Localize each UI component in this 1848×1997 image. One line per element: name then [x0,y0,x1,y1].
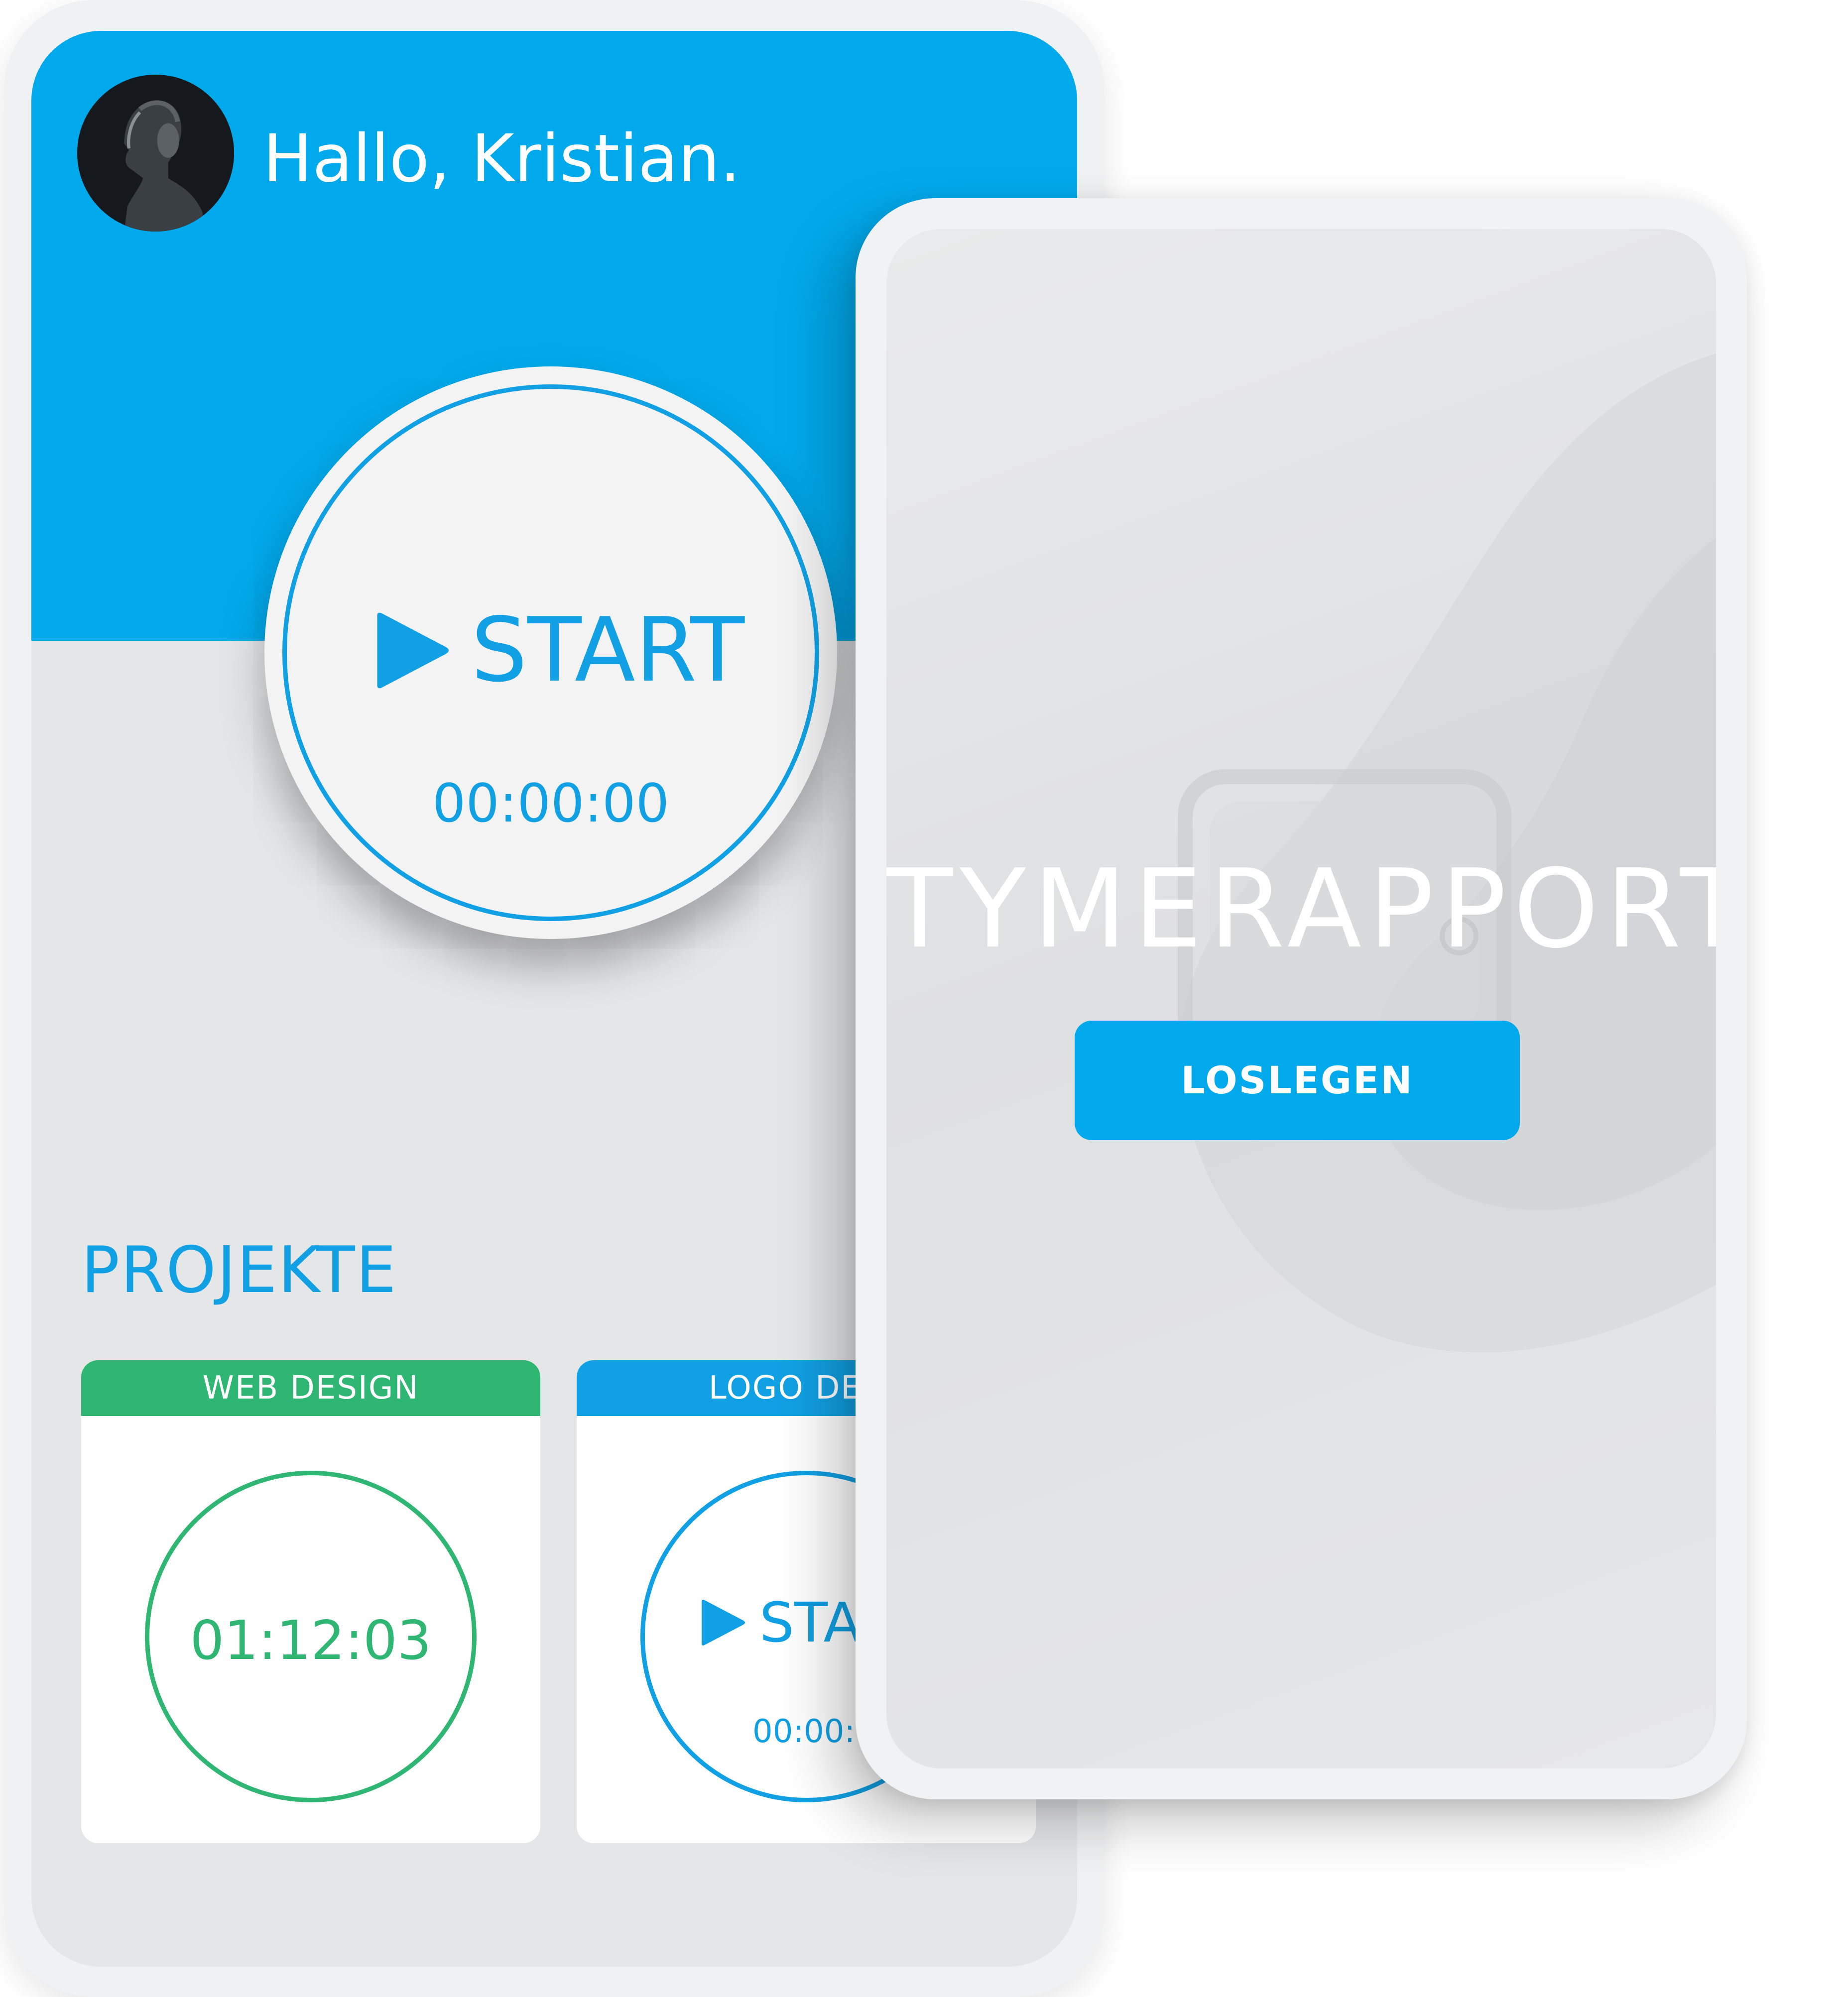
avatar-portrait-icon [77,75,234,232]
play-icon [702,1600,745,1645]
start-row: START [369,605,744,695]
project-timer-display: 01:12:03 [190,1610,432,1672]
welcome-screen: TYMERAPPORT LOSLEGEN [886,229,1716,1768]
user-avatar[interactable] [77,75,234,232]
play-icon [377,612,449,688]
start-label: START [471,598,745,702]
app-logo: TYMERAPPORT [886,846,1716,972]
background-watch-photo [1178,353,1716,1353]
project-timer-circle[interactable]: 01:12:03 [145,1471,477,1802]
get-started-button[interactable]: LOSLEGEN [1075,1021,1520,1140]
greeting-text: Hallo, Kristian. [263,120,741,197]
project-start-row: STA [697,1591,861,1654]
projects-heading: PROJEKTE [81,1233,397,1307]
main-timer-display: 00:00:00 [432,773,670,834]
welcome-phone: TYMERAPPORT LOSLEGEN [856,198,1747,1799]
project-start-label: STA [759,1591,861,1654]
project-card-web-design[interactable]: WEB DESIGN 01:12:03 [81,1360,540,1843]
start-timer-button[interactable]: START 00:00:00 [264,366,837,939]
project-card-title: WEB DESIGN [81,1360,540,1416]
